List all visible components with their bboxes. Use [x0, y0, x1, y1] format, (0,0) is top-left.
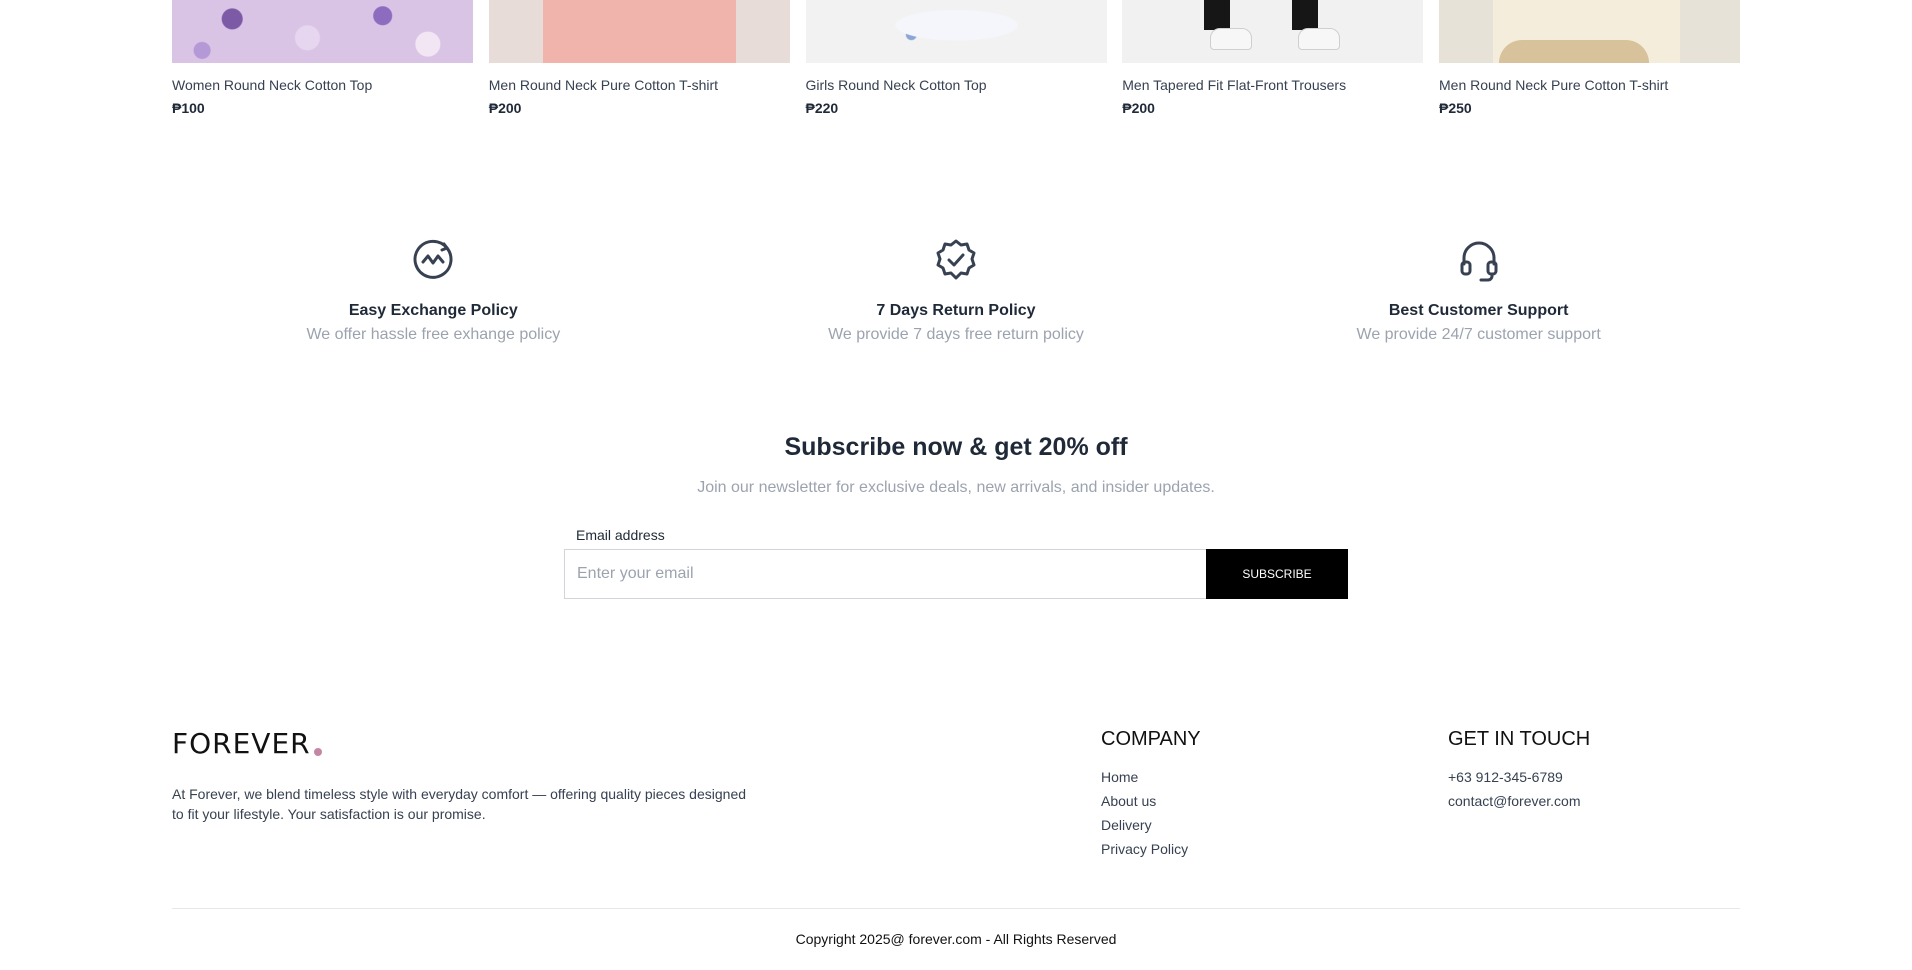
product-image[interactable]	[1122, 0, 1424, 63]
footer-about-text: At Forever, we blend timeless style with…	[172, 786, 747, 822]
product-card[interactable]: Men Round Neck Pure Cotton T-shirt ₱250	[1439, 0, 1740, 116]
brand-wordmark: FOREVER	[172, 727, 311, 760]
footer-contact-column: GET IN TOUCH +63 912-345-6789 contact@fo…	[1448, 728, 1590, 813]
footer-link-delivery[interactable]: Delivery	[1101, 813, 1201, 837]
footer-company-heading: COMPANY	[1101, 728, 1201, 750]
policy-description: We provide 7 days free return policy	[828, 326, 1084, 343]
quality-badge-icon	[936, 239, 976, 280]
policy-title: 7 Days Return Policy	[876, 302, 1036, 319]
contact-email: contact@forever.com	[1448, 793, 1581, 809]
email-input[interactable]	[564, 549, 1206, 599]
headset-icon	[1460, 241, 1498, 282]
copyright-text: Copyright 2025@ forever.com - All Rights…	[795, 931, 1117, 947]
newsletter-title: Subscribe now & get 20% off	[784, 433, 1128, 461]
policy-title: Best Customer Support	[1388, 302, 1569, 319]
policy-support: Best Customer Support We provide 24/7 cu…	[1299, 238, 1659, 344]
product-image[interactable]	[488, 0, 790, 63]
product-name[interactable]: Girls Round Neck Cotton Top	[806, 77, 1107, 93]
product-grid: Women Round Neck Cotton Top ₱100 Men Rou…	[172, 0, 1740, 116]
footer-link-privacy[interactable]: Privacy Policy	[1101, 837, 1201, 861]
product-card[interactable]: Girls Round Neck Cotton Top ₱220	[805, 0, 1107, 116]
product-price: ₱200	[1122, 100, 1155, 116]
footer-link-label[interactable]: Home	[1101, 769, 1138, 785]
footer-link-about[interactable]: About us	[1101, 789, 1201, 813]
footer-link-home[interactable]: Home	[1101, 765, 1201, 789]
footer-company-links: Home About us Delivery Privacy Policy	[1101, 765, 1201, 861]
product-name[interactable]: Men Tapered Fit Flat-Front Trousers	[1122, 77, 1423, 93]
policy-exchange: Easy Exchange Policy We offer hassle fre…	[253, 238, 613, 344]
product-price: ₱220	[805, 100, 839, 116]
email-label: Email address	[576, 527, 665, 543]
product-image[interactable]	[172, 0, 473, 63]
product-card[interactable]: Men Tapered Fit Flat-Front Trousers ₱200	[1122, 0, 1424, 116]
product-name[interactable]: Women Round Neck Cotton Top	[172, 77, 473, 93]
product-card[interactable]: Men Round Neck Pure Cotton T-shirt ₱200	[488, 0, 790, 116]
footer-contact-list: +63 912-345-6789 contact@forever.com	[1448, 765, 1590, 813]
footer-link-label[interactable]: Delivery	[1101, 817, 1152, 833]
footer-link-label[interactable]: About us	[1101, 793, 1156, 809]
product-price: ₱200	[488, 100, 522, 116]
newsletter-form: Email address SUBSCRIBE	[564, 527, 1348, 599]
product-card[interactable]: Women Round Neck Cotton Top ₱100	[172, 0, 473, 116]
product-price: ₱100	[172, 100, 205, 116]
policy-section: Easy Exchange Policy We offer hassle fre…	[172, 238, 1740, 344]
policy-description: We provide 24/7 customer support	[1356, 326, 1601, 343]
product-name[interactable]: Men Round Neck Pure Cotton T-shirt	[489, 77, 790, 93]
footer-link-label[interactable]: Privacy Policy	[1101, 841, 1188, 857]
newsletter-subtitle: Join our newsletter for exclusive deals,…	[697, 479, 1215, 496]
page: Women Round Neck Cotton Top ₱100 Men Rou…	[0, 0, 1912, 970]
contact-phone: +63 912-345-6789	[1448, 769, 1563, 785]
footer-divider	[172, 908, 1740, 909]
brand-logo[interactable]: FOREVER	[172, 730, 322, 758]
exchange-icon	[413, 239, 453, 279]
policy-return: 7 Days Return Policy We provide 7 days f…	[776, 238, 1136, 344]
subscribe-button[interactable]: SUBSCRIBE	[1206, 549, 1348, 599]
email-row: SUBSCRIBE	[564, 549, 1348, 599]
footer-contact-heading: GET IN TOUCH	[1448, 728, 1591, 750]
policy-description: We offer hassle free exhange policy	[306, 326, 561, 343]
brand-dot	[313, 748, 322, 756]
product-image[interactable]	[805, 0, 1107, 63]
policy-title: Easy Exchange Policy	[348, 302, 518, 319]
product-image[interactable]	[1439, 0, 1740, 63]
product-name[interactable]: Men Round Neck Pure Cotton T-shirt	[1439, 77, 1740, 93]
product-price: ₱250	[1439, 100, 1472, 116]
footer-company-column: COMPANY Home About us Delivery Privacy P…	[1101, 728, 1201, 861]
newsletter-section: Subscribe now & get 20% off Join our new…	[0, 433, 1912, 497]
